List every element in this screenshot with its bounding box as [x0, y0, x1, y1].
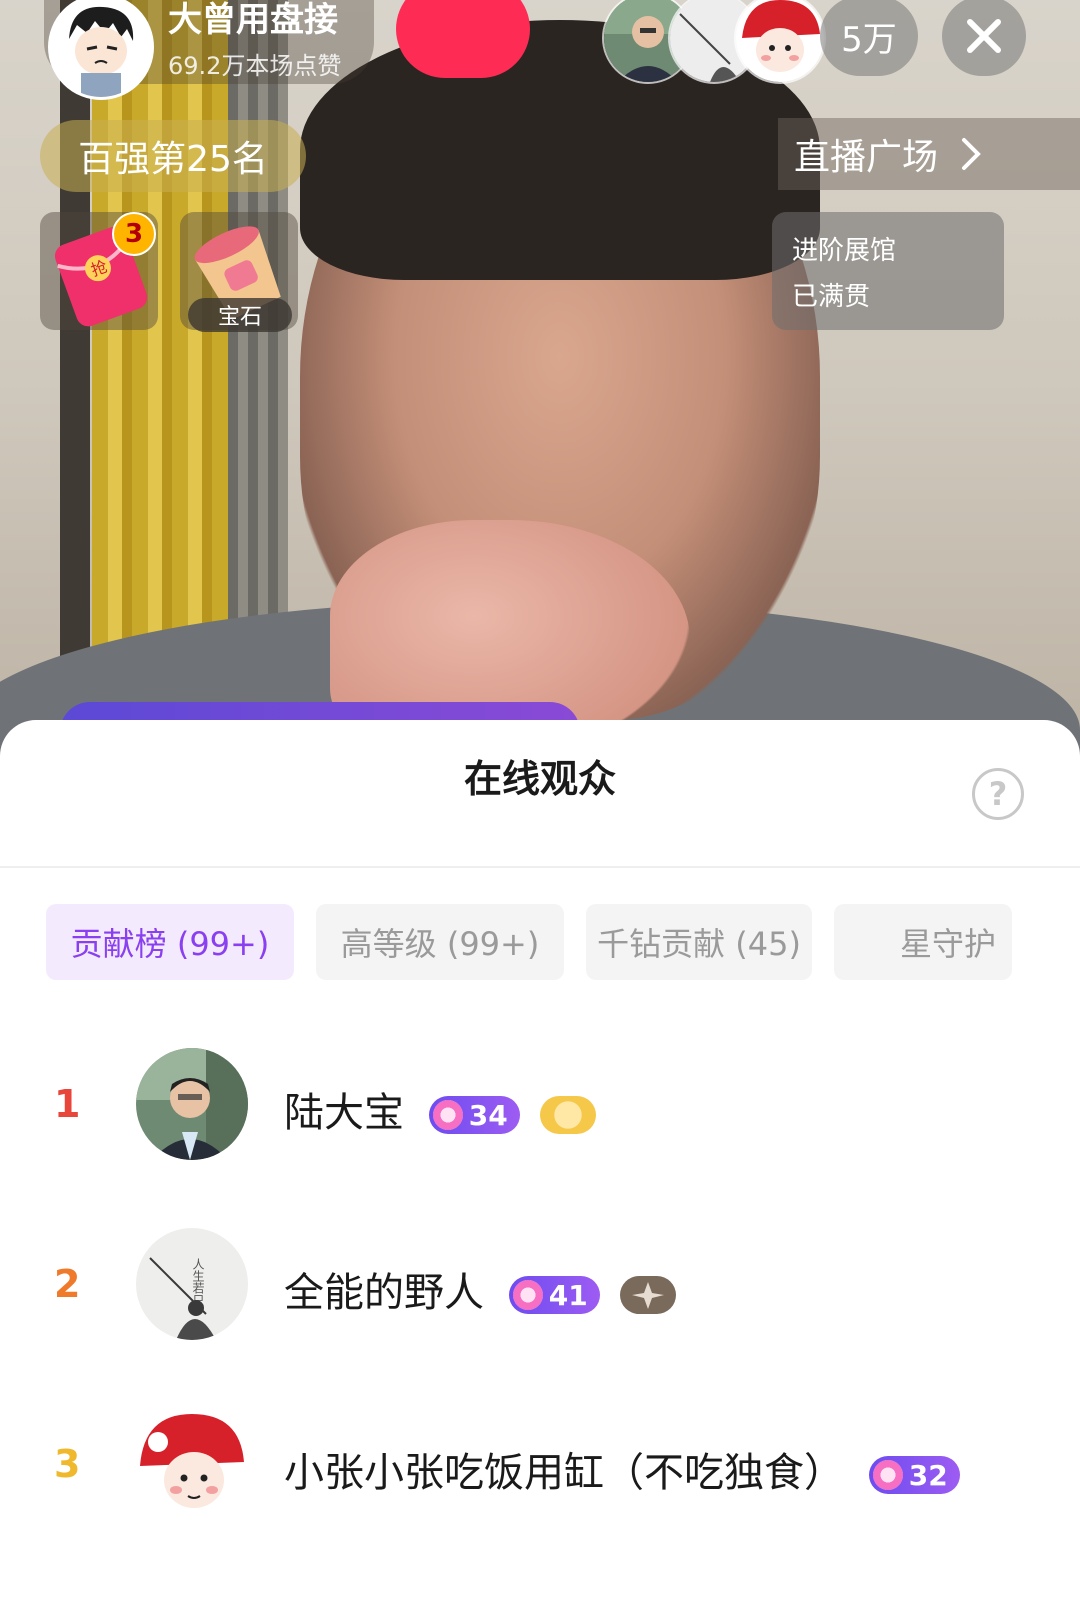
gold-coin-icon	[540, 1096, 597, 1134]
avatar[interactable]	[136, 1408, 248, 1520]
star-badge-icon	[620, 1276, 677, 1314]
svg-text:人生若只: 人生若只	[191, 1258, 205, 1307]
user-name: 小张小张吃饭用缸（不吃独食）	[284, 1450, 844, 1496]
tab-star-guardian[interactable]: 星守护	[834, 904, 1012, 980]
follow-button[interactable]	[396, 0, 530, 78]
list-item[interactable]: 1 陆大宝 34	[0, 1036, 1080, 1176]
list-item[interactable]: 3 小张小张吃饭用缸（不吃独食） 32	[0, 1396, 1080, 1536]
close-icon	[967, 19, 1001, 53]
divider	[0, 866, 1080, 868]
red-packet-count: 3	[112, 212, 156, 256]
tab-high-level[interactable]: 高等级 (99+)	[316, 904, 564, 980]
advanced-hall-card[interactable]: 进阶展馆 已满贯	[772, 212, 1004, 330]
rank-number: 1	[54, 1082, 81, 1126]
rank-number: 2	[54, 1262, 81, 1306]
level-gem-icon	[872, 1460, 903, 1490]
background-post	[60, 0, 90, 760]
chevron-right-icon	[962, 138, 981, 170]
gem-label: 宝石	[188, 298, 292, 332]
tab-contribution[interactable]: 贡献榜 (99+)	[46, 904, 294, 980]
live-plaza-label: 直播广场	[794, 137, 939, 178]
viewer-count[interactable]: 5万	[820, 0, 918, 76]
level-number: 32	[908, 1458, 948, 1492]
user-row-content: 小张小张吃饭用缸（不吃独食） 32	[284, 1440, 960, 1498]
user-row-content: 陆大宝 34	[284, 1080, 597, 1138]
avatar[interactable]	[136, 1048, 248, 1160]
level-badge: 34	[428, 1096, 520, 1134]
user-name: 全能的野人	[284, 1270, 484, 1316]
level-badge: 41	[508, 1276, 600, 1314]
help-icon[interactable]: ?	[972, 768, 1024, 820]
level-gem-icon	[432, 1100, 463, 1130]
rank-number: 3	[54, 1442, 81, 1486]
host-name: 大曾用盘接	[168, 0, 338, 40]
level-badge: 32	[868, 1456, 960, 1494]
tab-diamond-contribution[interactable]: 千钻贡献 (45)	[586, 904, 812, 980]
level-number: 34	[468, 1098, 508, 1132]
user-row-content: 全能的野人 41	[284, 1260, 677, 1318]
hall-title: 进阶展馆	[792, 236, 897, 266]
live-video[interactable]	[0, 0, 1080, 760]
level-number: 41	[548, 1278, 588, 1312]
close-button[interactable]	[942, 0, 1026, 76]
sheet-title: 在线观众	[463, 757, 616, 801]
user-name: 陆大宝	[284, 1090, 404, 1136]
hourly-rank-pill[interactable]: 百强第25名	[40, 120, 306, 192]
live-plaza-button[interactable]: 直播广场	[778, 118, 1080, 190]
avatar[interactable]: 人生若只	[136, 1228, 248, 1340]
level-gem-icon	[512, 1280, 543, 1310]
hall-status: 已满贯	[792, 282, 871, 312]
likes-count: 69.2万本场点赞	[168, 52, 342, 80]
list-item[interactable]: 2 人生若只 全能的野人 41	[0, 1216, 1080, 1356]
